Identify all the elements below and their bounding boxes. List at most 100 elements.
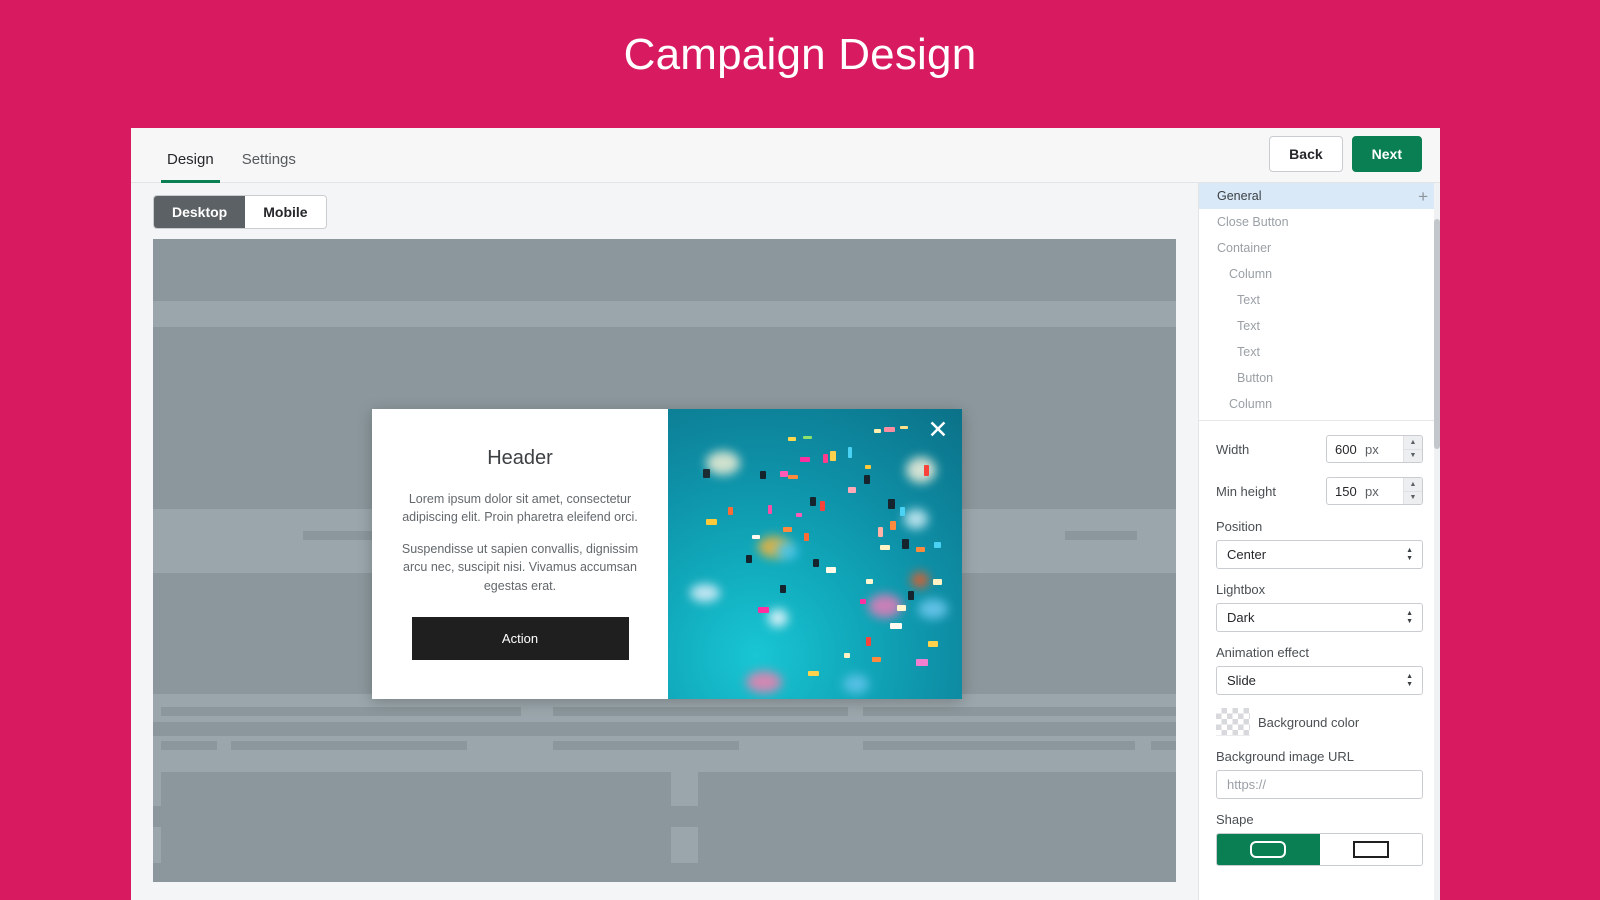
stepper-down-icon[interactable]: ▼	[1404, 449, 1422, 462]
tree-item-label: Close Button	[1217, 215, 1289, 229]
wireframe-band	[153, 301, 1176, 327]
device-mobile-button[interactable]: Mobile	[245, 196, 326, 228]
editor-area: Desktop Mobile Header Lorem ipsum dolor …	[131, 183, 1198, 900]
position-select[interactable]: Center ▲ ▼	[1216, 540, 1423, 569]
confetti-piece	[760, 471, 766, 479]
width-value[interactable]: 600	[1327, 436, 1365, 462]
tree-item-close-button[interactable]: Close Button	[1199, 209, 1440, 235]
shape-rounded-button[interactable]	[1217, 834, 1320, 865]
width-unit: px	[1365, 441, 1379, 457]
shape-square-button[interactable]	[1319, 834, 1422, 865]
tree-item-button[interactable]: Button	[1199, 365, 1440, 391]
panel-scrollbar-thumb[interactable]	[1434, 219, 1440, 449]
square-rectangle-icon	[1352, 841, 1389, 858]
confetti-piece	[865, 465, 871, 469]
background-image-label: Background image URL	[1216, 749, 1355, 764]
wireframe-card	[161, 772, 671, 864]
confetti-piece	[796, 513, 802, 517]
tab-settings[interactable]: Settings	[228, 151, 310, 182]
tree-item-column-2[interactable]: Column	[1199, 391, 1440, 417]
panel-scrollbar-track[interactable]	[1434, 183, 1440, 900]
chevron-updown-icon: ▲ ▼	[1406, 672, 1413, 688]
confetti-piece	[813, 559, 819, 567]
tree-item-text-2[interactable]: Text	[1199, 313, 1440, 339]
animation-select[interactable]: Slide ▲ ▼	[1216, 666, 1423, 695]
stepper-up-icon[interactable]: ▲	[1404, 436, 1422, 450]
confetti-piece	[804, 533, 809, 541]
wireframe-bar	[553, 707, 848, 716]
device-desktop-button[interactable]: Desktop	[154, 196, 246, 228]
lightbox-select[interactable]: Dark ▲ ▼	[1216, 603, 1423, 632]
confetti-piece	[864, 475, 870, 484]
min-height-input[interactable]: 150 px ▲ ▼	[1326, 477, 1423, 505]
confetti-blob	[768, 609, 788, 627]
popup-modal[interactable]: Header Lorem ipsum dolor sit amet, conse…	[372, 409, 962, 699]
confetti-piece	[916, 659, 928, 666]
tree-item-general[interactable]: General +	[1199, 183, 1440, 209]
wireframe-bar	[863, 741, 1135, 750]
wireframe-bar	[863, 707, 1176, 716]
confetti-piece	[933, 579, 942, 585]
confetti-piece	[823, 454, 828, 463]
tab-bar: Design Settings	[131, 128, 310, 183]
confetti-piece	[810, 497, 816, 506]
confetti-piece	[788, 437, 796, 441]
min-height-stepper[interactable]: ▲ ▼	[1403, 478, 1422, 504]
shape-label: Shape	[1216, 812, 1254, 827]
wireframe-bar	[553, 724, 848, 733]
confetti-piece	[848, 447, 852, 458]
confetti-blob	[690, 584, 720, 602]
plus-icon[interactable]: +	[1418, 188, 1428, 205]
confetti-piece	[803, 436, 812, 439]
back-button[interactable]: Back	[1269, 136, 1343, 172]
confetti-piece	[703, 469, 710, 478]
stepper-up-icon[interactable]: ▲	[1404, 478, 1422, 492]
tree-item-text-1[interactable]: Text	[1199, 287, 1440, 313]
device-toggle: Desktop Mobile	[153, 195, 327, 229]
wireframe-bar	[161, 741, 217, 750]
confetti-piece	[860, 599, 866, 604]
tree-item-label: General	[1217, 189, 1262, 203]
confetti-piece	[900, 426, 908, 429]
wireframe-bar	[161, 707, 521, 716]
modal-image: ✕	[668, 409, 962, 699]
wireframe-bar	[1151, 741, 1176, 750]
canvas-wrapper: Header Lorem ipsum dolor sit amet, conse…	[131, 239, 1198, 900]
background-image-input[interactable]	[1216, 770, 1423, 799]
confetti-piece	[820, 501, 825, 511]
confetti-blob	[706, 451, 740, 475]
tree-item-text-3[interactable]: Text	[1199, 339, 1440, 365]
preview-canvas[interactable]: Header Lorem ipsum dolor sit amet, conse…	[153, 239, 1176, 882]
lightbox-label: Lightbox	[1216, 582, 1266, 597]
confetti-piece	[800, 457, 810, 462]
confetti-blob	[843, 674, 869, 694]
background-color-swatch[interactable]	[1216, 708, 1250, 736]
rounded-rectangle-icon	[1250, 841, 1287, 858]
confetti-piece	[874, 429, 881, 433]
tree-item-label: Column	[1229, 267, 1273, 281]
width-stepper[interactable]: ▲ ▼	[1403, 436, 1422, 462]
width-input[interactable]: 600 px ▲ ▼	[1326, 435, 1423, 463]
tree-item-container[interactable]: Container	[1199, 235, 1440, 261]
wireframe-bar	[161, 724, 521, 733]
confetti-piece	[728, 507, 733, 515]
min-height-label: Min height	[1216, 483, 1276, 499]
stepper-down-icon[interactable]: ▼	[1404, 491, 1422, 504]
position-label: Position	[1216, 519, 1263, 534]
next-button[interactable]: Next	[1351, 136, 1422, 172]
confetti-piece	[780, 585, 786, 593]
properties-panel: General + Close Button Container Column …	[1198, 183, 1440, 900]
tab-design[interactable]: Design	[153, 151, 228, 183]
min-height-row: Min height 150 px ▲ ▼	[1216, 477, 1423, 505]
lightbox-value: Dark	[1227, 610, 1255, 625]
confetti-piece	[844, 653, 850, 658]
modal-action-button[interactable]: Action	[411, 616, 629, 660]
close-icon[interactable]: ✕	[926, 418, 950, 443]
confetti-piece	[900, 507, 905, 516]
confetti-piece	[897, 605, 906, 611]
wireframe-bar	[1065, 531, 1137, 540]
tree-item-column-1[interactable]: Column	[1199, 261, 1440, 287]
min-height-value[interactable]: 150	[1327, 478, 1365, 504]
min-height-unit: px	[1365, 483, 1379, 499]
confetti-piece	[746, 555, 752, 563]
